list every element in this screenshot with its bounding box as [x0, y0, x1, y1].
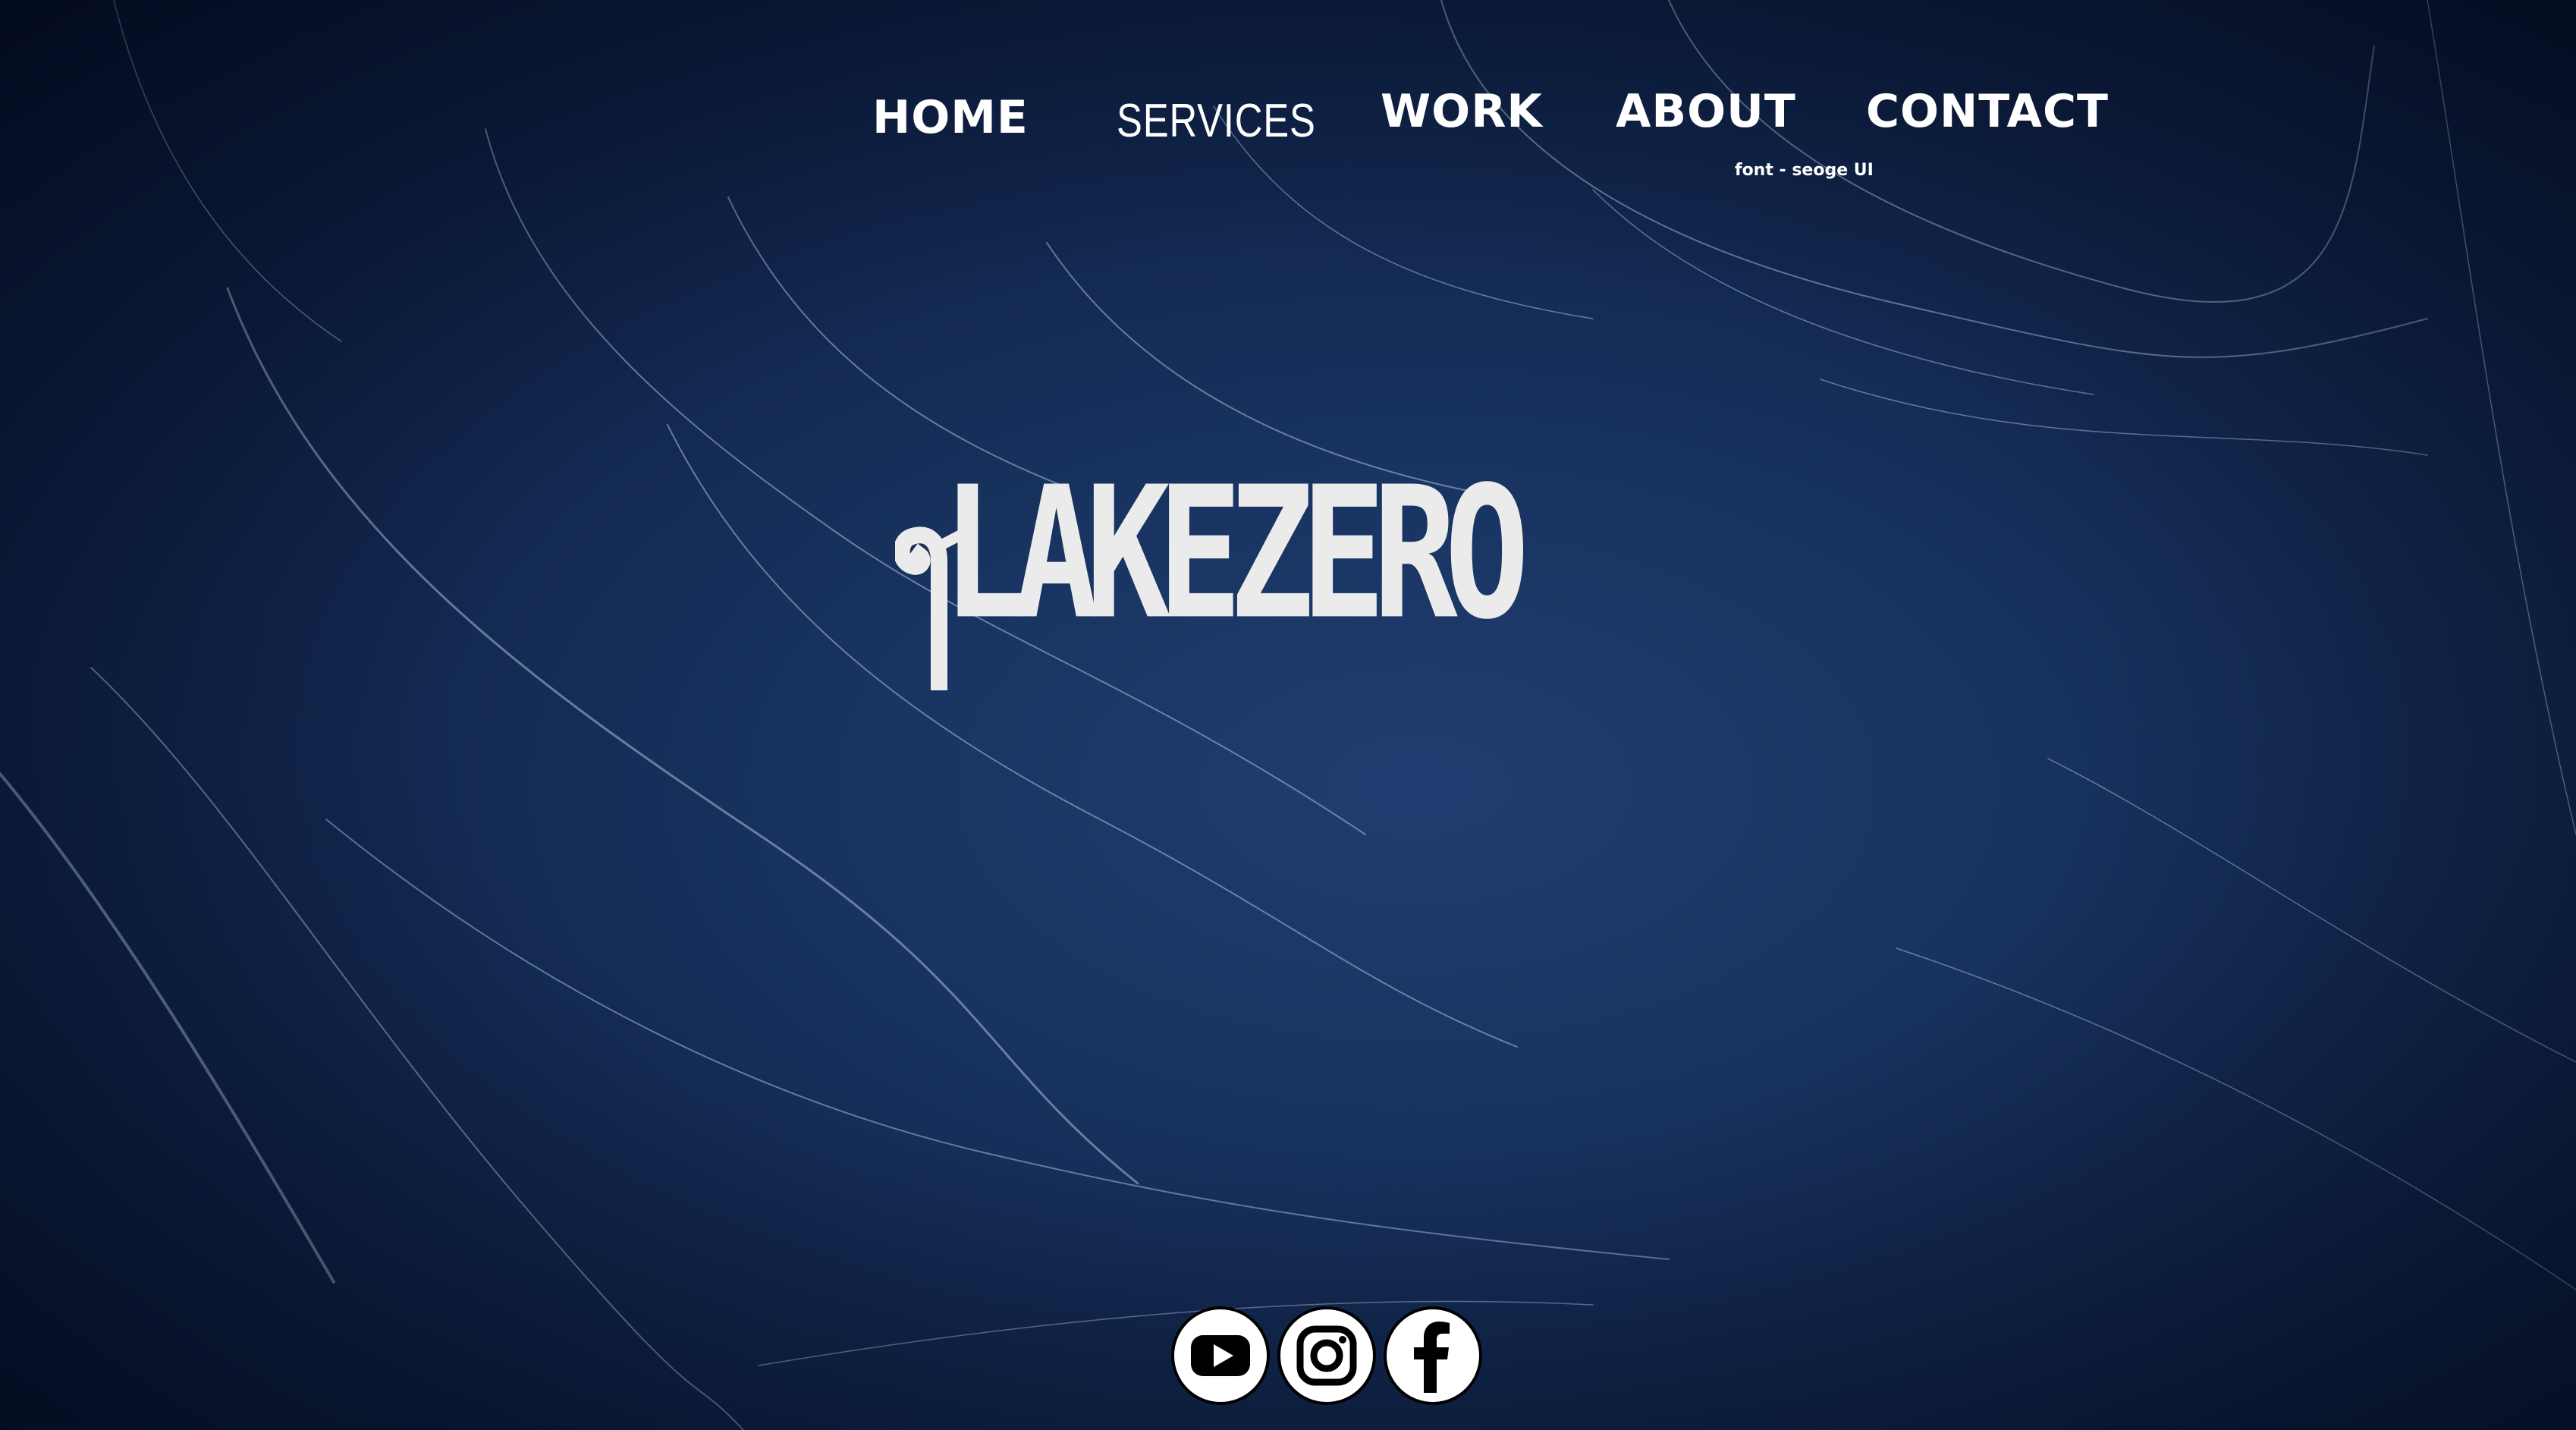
page: HOME SERVICES WORK ABOUT CONTACT font - … [0, 0, 2576, 1430]
youtube-link[interactable] [1171, 1306, 1270, 1405]
instagram-link[interactable] [1277, 1306, 1376, 1405]
nav-about-link[interactable]: ABOUT [1616, 85, 1796, 138]
star-trails-background [0, 0, 2576, 1430]
facebook-icon [1414, 1322, 1450, 1393]
instagram-icon [1296, 1325, 1357, 1386]
font-note-text: font - seoge UI [1735, 161, 1874, 180]
facebook-link[interactable] [1384, 1306, 1482, 1405]
nav-services-link[interactable]: SERVICES [1117, 94, 1316, 148]
nav-contact-link[interactable]: CONTACT [1866, 85, 2109, 138]
nav-home-link[interactable]: HOME [872, 91, 1029, 144]
nav-work-link[interactable]: WORK [1381, 85, 1543, 138]
lakezero-logo: LAKEZERO [895, 463, 1669, 690]
youtube-icon [1191, 1335, 1250, 1376]
logo-wordmark: LAKEZERO [942, 448, 1529, 660]
